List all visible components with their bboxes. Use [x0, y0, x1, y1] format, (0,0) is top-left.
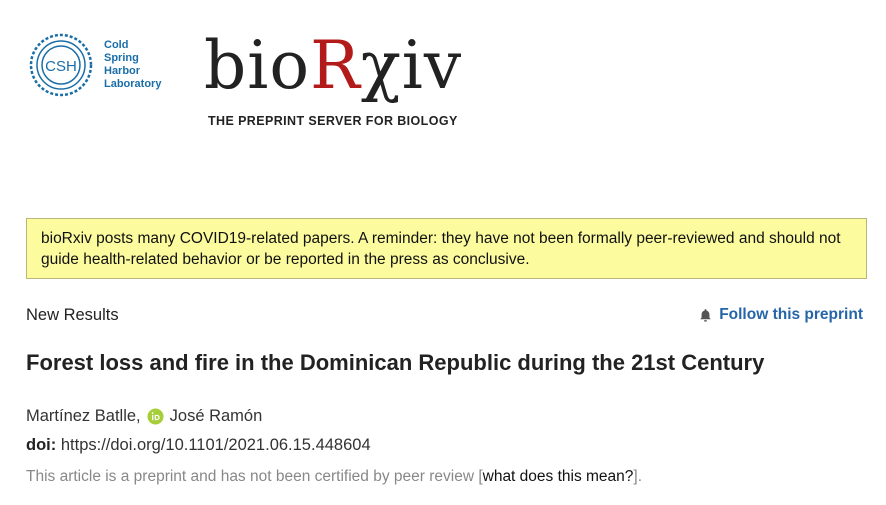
csh-logo[interactable]: CSH Cold Spring Harbor Laboratory	[28, 30, 178, 100]
csh-name: Cold Spring Harbor Laboratory	[104, 39, 161, 91]
csh-line: Harbor	[104, 65, 141, 77]
orcid-icon[interactable]	[147, 408, 164, 425]
doi-link[interactable]: https://doi.org/10.1101/2021.06.15.44860…	[61, 436, 371, 454]
doi-line: doi: https://doi.org/10.1101/2021.06.15.…	[26, 436, 371, 455]
follow-label: Follow this preprint	[719, 306, 863, 323]
what-does-this-mean-link[interactable]: what does this mean?	[483, 468, 634, 485]
author-line: Martínez Batlle, José Ramón	[26, 407, 262, 426]
disclaimer-suffix: ].	[633, 468, 643, 485]
csh-line: Laboratory	[104, 78, 162, 90]
peer-review-disclaimer: This article is a preprint and has not b…	[26, 468, 642, 486]
article-category: New Results	[26, 306, 119, 324]
csh-monogram: CSH	[45, 58, 77, 75]
covid-warning-banner: bioRxiv posts many COVID19-related paper…	[26, 218, 867, 279]
disclaimer-text: This article is a preprint and has not b…	[26, 468, 483, 485]
csh-line: Spring	[104, 52, 139, 64]
biorxiv-tagline: THE PREPRINT SERVER FOR BIOLOGY	[208, 114, 458, 128]
bell-icon	[700, 308, 711, 322]
wordmark-bio: bio	[204, 27, 311, 104]
doi-label: doi:	[26, 436, 57, 454]
author-name[interactable]: Martínez Batlle,	[26, 407, 141, 426]
follow-preprint-link[interactable]: Follow this preprint	[698, 306, 863, 324]
csh-dna-ring-icon: CSH	[29, 33, 93, 97]
csh-line: Cold	[104, 39, 129, 51]
biorxiv-logo[interactable]: bioRχiv THE PREPRINT SERVER FOR BIOLOGY	[204, 26, 484, 136]
biorxiv-wordmark: bioRχiv	[204, 26, 462, 106]
author-name[interactable]: José Ramón	[170, 407, 263, 426]
wordmark-r: R	[310, 27, 361, 104]
article-title: Forest loss and fire in the Dominican Re…	[26, 350, 765, 375]
wordmark-xiv: χiv	[360, 27, 463, 104]
